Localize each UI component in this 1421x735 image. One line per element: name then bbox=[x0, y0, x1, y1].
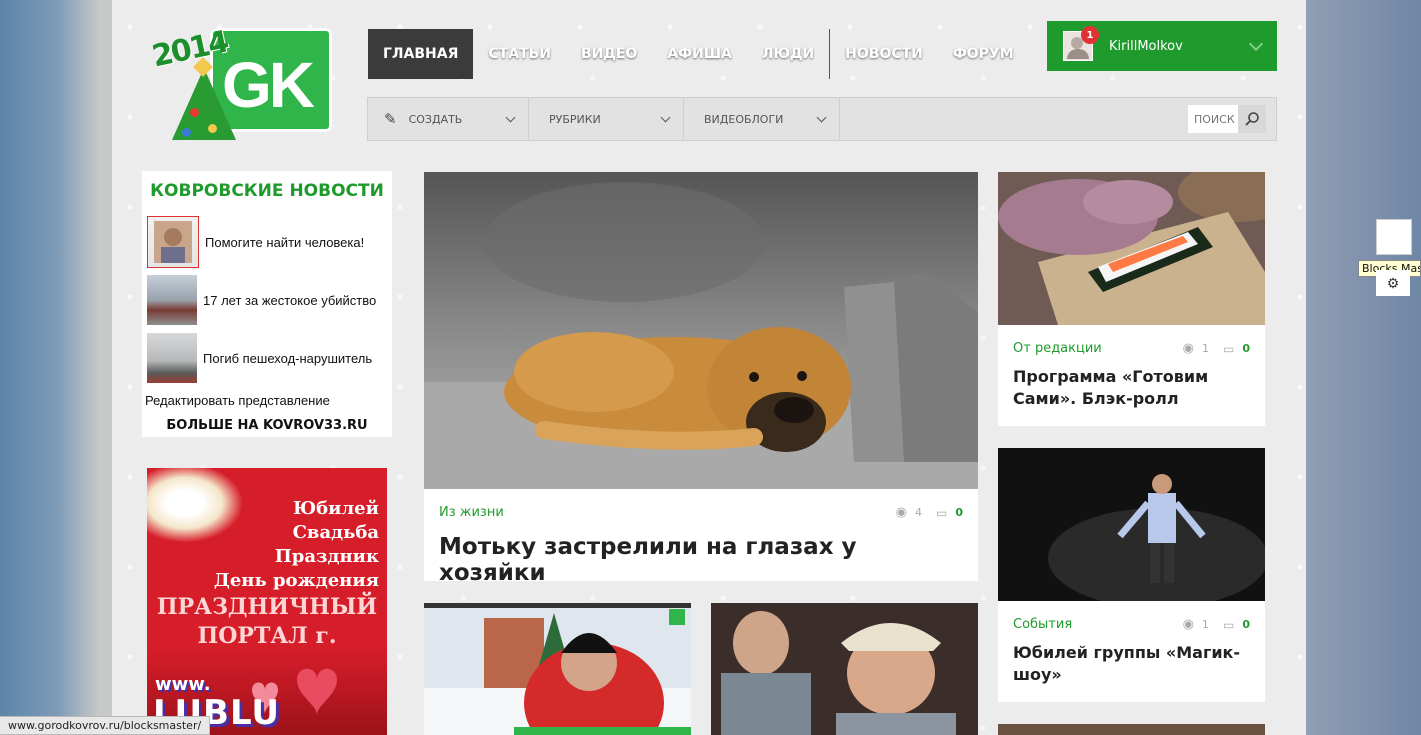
category-link[interactable]: События bbox=[1013, 617, 1072, 632]
ornament-icon bbox=[208, 124, 217, 133]
person-photo-icon bbox=[154, 221, 192, 263]
ad-line: Юбилей bbox=[292, 498, 379, 519]
site-logo[interactable]: GK 2014 bbox=[149, 25, 342, 146]
nav-home[interactable]: ГЛАВНАЯ bbox=[368, 29, 474, 79]
article-card[interactable]: События ◉ 1 ▭ 0 Юбилей группы «Магик-шоу… bbox=[998, 448, 1265, 702]
rubrics-dropdown[interactable]: РУБРИКИ bbox=[529, 98, 684, 140]
blocks-master-button[interactable] bbox=[1376, 219, 1412, 255]
sub-navigation: ✎ СОЗДАТЬ РУБРИКИ ВИДЕОБЛОГИ bbox=[367, 97, 1277, 141]
view-count: 1 bbox=[1202, 342, 1209, 355]
card-meta: От редакции ◉ 1 ▭ 0 bbox=[998, 325, 1265, 356]
article-stats: ◉ 4 ▭ 0 bbox=[896, 505, 963, 520]
comment-icon: ▭ bbox=[1223, 617, 1235, 632]
comment-count[interactable]: 0 bbox=[955, 506, 963, 519]
pencil-icon: ✎ bbox=[384, 110, 397, 128]
news-widget: КОВРОВСКИЕ НОВОСТИ Помогите найти челове… bbox=[142, 171, 392, 437]
view-count: 1 bbox=[1202, 618, 1209, 631]
nav-people[interactable]: ЛЮДИ bbox=[747, 29, 829, 79]
nav-video[interactable]: ВИДЕО bbox=[566, 29, 652, 79]
ad-banner[interactable]: Юбилей Свадьба Праздник День рождения ПР… bbox=[147, 468, 387, 735]
article-image bbox=[998, 172, 1265, 325]
username: KirillMolkov bbox=[1109, 38, 1183, 54]
search-icon bbox=[1245, 112, 1259, 126]
category-link[interactable]: От редакции bbox=[1013, 341, 1102, 356]
eye-icon: ◉ bbox=[895, 505, 907, 520]
chevron-down-icon bbox=[660, 112, 671, 123]
comment-count[interactable]: 0 bbox=[1242, 618, 1250, 631]
videoblogs-label: ВИДЕОБЛОГИ bbox=[704, 112, 784, 126]
news-thumbnail bbox=[147, 216, 199, 268]
ad-portal-line: ПРАЗДНИЧНЫЙ bbox=[156, 594, 378, 620]
news-item-title: 17 лет за жестокое убийство bbox=[203, 292, 377, 308]
videoblogs-dropdown[interactable]: ВИДЕОБЛОГИ bbox=[684, 98, 840, 140]
news-item-title: Помогите найти человека! bbox=[205, 234, 365, 250]
main-navigation: ГЛАВНАЯ СТАТЬИ ВИДЕО АФИША ЛЮДИ НОВОСТИ … bbox=[368, 29, 1029, 79]
chevron-down-icon bbox=[1248, 36, 1264, 52]
more-link[interactable]: БОЛЬШЕ НА KOVROV33.RU bbox=[142, 408, 392, 433]
edit-view-link[interactable]: Редактировать представление bbox=[142, 387, 392, 408]
stage-photo bbox=[998, 448, 1265, 601]
featured-meta: Из жизни ◉ 4 ▭ 0 bbox=[424, 489, 978, 520]
browser-status-bar: www.gorodkovrov.ru/blocksmaster/ bbox=[0, 716, 211, 735]
ornament-icon bbox=[182, 128, 191, 137]
notification-badge[interactable]: 1 bbox=[1081, 26, 1099, 44]
article-stats: ◉ 1 ▭ 0 bbox=[1183, 617, 1250, 632]
nav-afisha[interactable]: АФИША bbox=[652, 29, 747, 79]
comment-icon: ▭ bbox=[936, 505, 948, 520]
news-widget-title: КОВРОВСКИЕ НОВОСТИ bbox=[150, 181, 384, 201]
ad-line: Праздник bbox=[274, 546, 379, 567]
christmas-tree-icon bbox=[172, 68, 236, 140]
view-count: 4 bbox=[915, 506, 922, 519]
create-dropdown[interactable]: ✎ СОЗДАТЬ bbox=[368, 98, 529, 140]
rubrics-label: РУБРИКИ bbox=[549, 112, 601, 126]
nav-forum[interactable]: ФОРУМ bbox=[938, 29, 1029, 79]
search-input[interactable] bbox=[1188, 105, 1238, 133]
video-photo bbox=[424, 603, 691, 735]
video-thumbnail[interactable] bbox=[424, 603, 691, 735]
sushi-photo bbox=[998, 172, 1265, 325]
news-thumbnail bbox=[147, 275, 197, 325]
dog-photo bbox=[424, 172, 978, 489]
article-image bbox=[998, 448, 1265, 601]
featured-title[interactable]: Мотьку застрелили на глазах у хозяйки bbox=[439, 534, 963, 586]
featured-article[interactable]: Из жизни ◉ 4 ▭ 0 Мотьку застрелили на гл… bbox=[424, 172, 978, 586]
news-item[interactable]: Погиб пешеход-нарушитель bbox=[142, 329, 392, 387]
category-link[interactable]: Из жизни bbox=[439, 505, 504, 520]
card-title[interactable]: Программа «Готовим Сами». Блэк-ролл bbox=[1013, 366, 1250, 410]
news-item-title: Погиб пешеход-нарушитель bbox=[203, 350, 373, 366]
article-card[interactable]: От редакции ◉ 1 ▭ 0 Программа «Готовим С… bbox=[998, 172, 1265, 426]
search-button[interactable] bbox=[1238, 105, 1266, 133]
concert-photo bbox=[711, 603, 978, 735]
eye-icon: ◉ bbox=[1182, 341, 1194, 356]
card-title[interactable]: Юбилей группы «Магик-шоу» bbox=[1013, 642, 1250, 686]
bow-decoration bbox=[147, 468, 251, 548]
gear-icon[interactable]: ⚙ bbox=[1376, 270, 1410, 296]
news-item[interactable]: Помогите найти человека! bbox=[142, 213, 392, 271]
news-thumbnail bbox=[147, 333, 197, 383]
ad-www: www. bbox=[155, 674, 211, 695]
nav-news[interactable]: НОВОСТИ bbox=[830, 29, 938, 79]
search-box bbox=[1188, 105, 1266, 133]
chevron-down-icon bbox=[505, 112, 516, 123]
ad-line: День рождения bbox=[213, 570, 379, 591]
create-label: СОЗДАТЬ bbox=[408, 112, 463, 126]
article-stats: ◉ 1 ▭ 0 bbox=[1183, 341, 1250, 356]
comment-count[interactable]: 0 bbox=[1242, 342, 1250, 355]
news-item[interactable]: 17 лет за жестокое убийство bbox=[142, 271, 392, 329]
chevron-down-icon bbox=[816, 112, 827, 123]
ornament-icon bbox=[190, 108, 199, 117]
user-menu[interactable]: 1 KirillMolkov bbox=[1047, 21, 1277, 71]
page-container: GK 2014 ГЛАВНАЯ СТАТЬИ ВИДЕО АФИША ЛЮДИ … bbox=[112, 0, 1306, 735]
nav-articles[interactable]: СТАТЬИ bbox=[473, 29, 566, 79]
ad-line: Свадьба bbox=[292, 522, 379, 543]
featured-image bbox=[424, 172, 978, 489]
eye-icon: ◉ bbox=[1182, 617, 1194, 632]
article-card[interactable] bbox=[998, 724, 1265, 735]
comment-icon: ▭ bbox=[1223, 341, 1235, 356]
video-thumbnail[interactable] bbox=[711, 603, 978, 735]
card-meta: События ◉ 1 ▭ 0 bbox=[998, 601, 1265, 632]
